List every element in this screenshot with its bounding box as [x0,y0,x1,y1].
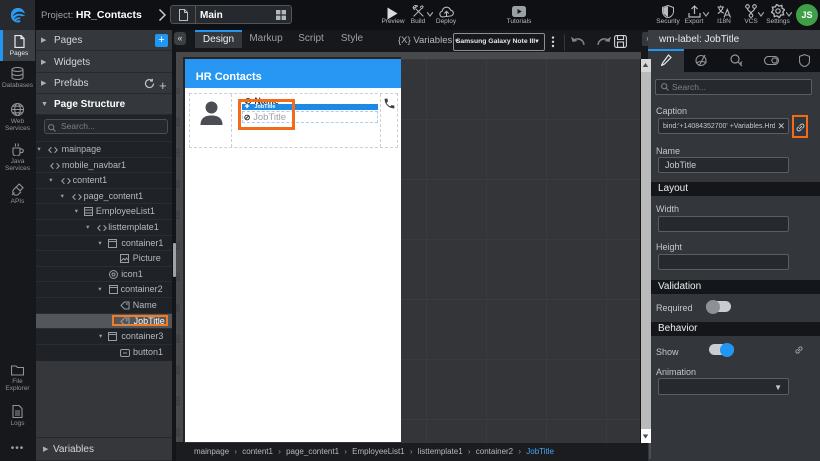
svg-text:300: 300 [176,241,182,250]
svg-text:450: 450 [176,334,182,343]
svg-text:550: 550 [176,396,182,405]
svg-text:400: 400 [176,303,182,312]
svg-text:350: 350 [176,272,182,281]
svg-text:500: 500 [176,365,182,374]
svg-text:250: 250 [176,210,182,219]
svg-text:100: 100 [176,117,182,126]
svg-text:600: 600 [176,427,182,436]
svg-text:50: 50 [176,88,182,94]
svg-text:200: 200 [176,179,182,188]
svg-text:150: 150 [176,148,182,157]
